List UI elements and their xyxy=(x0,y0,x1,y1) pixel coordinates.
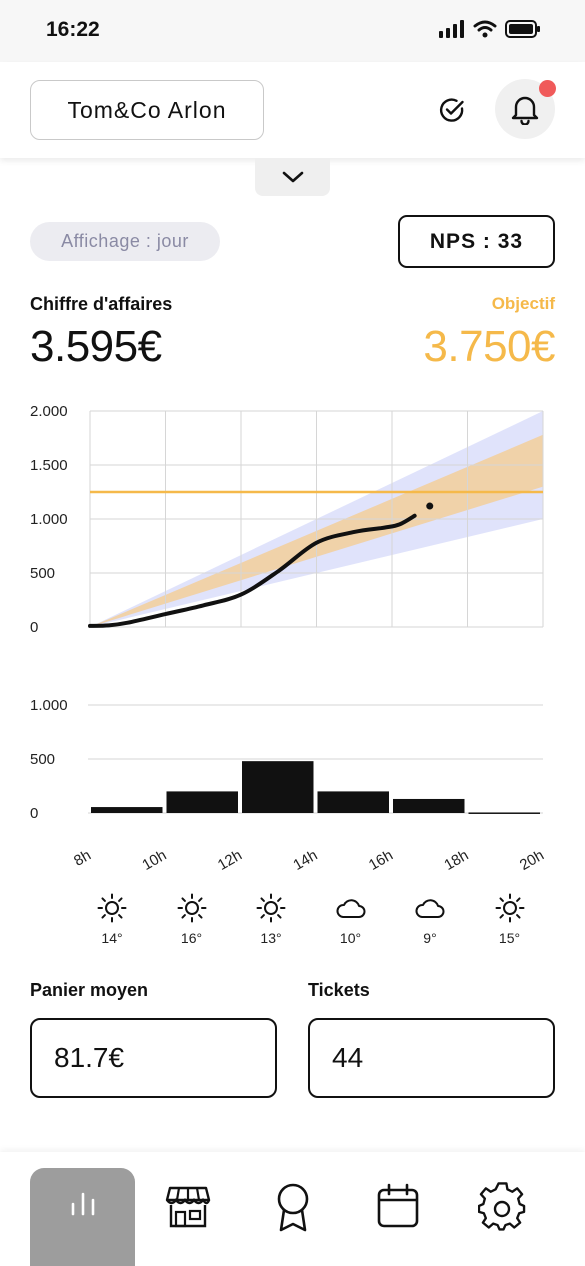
sales-bar xyxy=(242,761,314,813)
gear-icon xyxy=(477,1182,525,1231)
weather-item: 16° xyxy=(167,893,217,946)
status-icons xyxy=(439,20,541,38)
weather-temp: 16° xyxy=(180,930,203,946)
status-bar: 16:22 xyxy=(0,0,585,62)
store-selector-button[interactable]: Tom&Co Arlon xyxy=(30,80,264,140)
bar-y-tick-label: 500 xyxy=(30,751,55,768)
bar-x-tick-label: 8h xyxy=(71,847,94,870)
bar-chart-icon xyxy=(71,1192,94,1216)
sun-icon xyxy=(177,893,207,927)
line-y-tick-label: 0 xyxy=(30,619,38,636)
weather-item: 14° xyxy=(87,893,137,946)
nps-badge[interactable]: NPS : 33 xyxy=(398,215,555,268)
line-y-tick-label: 2.000 xyxy=(30,403,68,420)
nav-item-calendar[interactable] xyxy=(345,1168,450,1266)
bar-y-tick-label: 1.000 xyxy=(30,697,68,714)
sales-bar xyxy=(317,791,389,813)
cloud-icon xyxy=(335,899,367,927)
bar-x-tick-label: 16h xyxy=(366,847,396,874)
line-y-tick-label: 1.500 xyxy=(30,457,68,474)
weather-item: 13° xyxy=(246,893,296,946)
bell-icon xyxy=(511,96,539,125)
weather-temp: 10° xyxy=(339,930,362,946)
nav-item-store[interactable] xyxy=(135,1168,240,1266)
nav-item-dashboard[interactable] xyxy=(30,1168,135,1266)
app-header: Tom&Co Arlon xyxy=(0,62,585,158)
sales-bar xyxy=(91,807,163,813)
award-icon xyxy=(277,1183,308,1232)
view-mode-chip[interactable]: Affichage : jour xyxy=(30,222,220,261)
wifi-icon xyxy=(473,20,497,38)
sales-bar xyxy=(166,791,238,813)
weather-forecast: 14° 16° 13° 10° 9° 15° xyxy=(72,893,552,953)
target-label: Objectif xyxy=(491,294,555,313)
basket-label: Panier moyen xyxy=(30,980,149,1000)
basket-value-box[interactable]: 81.7€ xyxy=(30,1018,277,1098)
line-y-tick-label: 1.000 xyxy=(30,511,68,528)
check-circle-icon xyxy=(439,98,464,122)
sun-icon xyxy=(256,893,286,927)
revenue-end-point xyxy=(426,502,434,510)
nav-item-settings[interactable] xyxy=(450,1168,555,1266)
revenue-charts: 0 500 1.000 1.500 2.000 0 500 1.000 8h 10h 12h 14h 1… xyxy=(30,403,547,874)
weather-item: 9° xyxy=(405,893,455,946)
expand-toggle-button[interactable] xyxy=(255,158,330,196)
bar-x-tick-label: 10h xyxy=(139,847,169,874)
calendar-icon xyxy=(377,1183,418,1228)
battery-icon xyxy=(505,20,540,38)
bottom-navigation xyxy=(0,1152,585,1266)
sales-bar xyxy=(468,812,540,814)
bar-y-tick-label: 0 xyxy=(30,805,38,822)
weather-temp: 9° xyxy=(423,930,437,946)
line-y-tick-label: 500 xyxy=(30,565,55,582)
bar-x-tick-label: 18h xyxy=(441,847,471,874)
nav-item-rewards[interactable] xyxy=(240,1168,345,1266)
revenue-label: Chiffre d'affaires xyxy=(30,294,173,314)
notification-badge xyxy=(539,80,556,97)
cloud-icon xyxy=(414,899,446,927)
bar-x-tick-label: 14h xyxy=(290,847,320,874)
tasks-button[interactable] xyxy=(432,90,472,130)
weather-temp: 13° xyxy=(260,930,282,946)
tickets-label: Tickets xyxy=(308,980,370,1000)
sun-icon xyxy=(97,893,127,927)
target-value: 3.750€ xyxy=(423,322,555,371)
bar-x-tick-label: 20h xyxy=(517,847,547,874)
signal-icon xyxy=(439,20,464,38)
weather-item: 15° xyxy=(485,893,535,946)
bar-x-tick-label: 12h xyxy=(215,847,245,874)
status-time: 16:22 xyxy=(46,18,100,41)
weather-temp: 15° xyxy=(498,930,521,946)
sun-icon xyxy=(495,893,525,927)
store-icon xyxy=(165,1186,210,1228)
tickets-value-box[interactable]: 44 xyxy=(308,1018,555,1098)
notifications-button[interactable] xyxy=(495,79,556,139)
weather-temp: 14° xyxy=(101,930,123,946)
sales-bar xyxy=(393,798,465,813)
revenue-value: 3.595€ xyxy=(30,322,162,371)
chevron-down-icon xyxy=(282,171,303,183)
weather-item: 10° xyxy=(326,893,376,946)
